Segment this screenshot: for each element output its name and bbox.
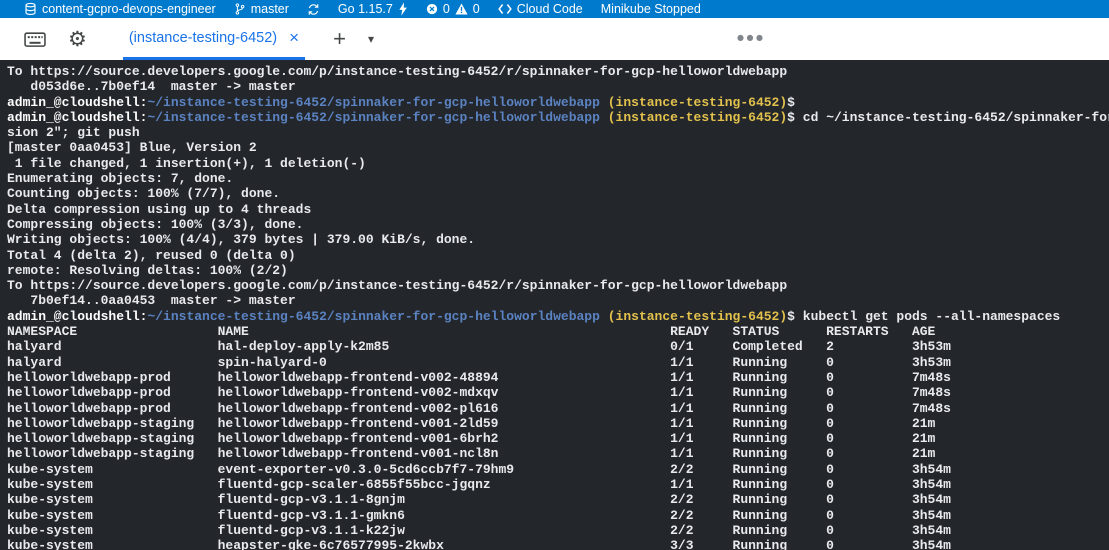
terminal-line: admin_@cloudshell:~/instance-testing-645…	[7, 309, 1109, 324]
terminal-line: Counting objects: 100% (7/7), done.	[7, 186, 1109, 201]
terminal-line: kube-system event-exporter-v0.3.0-5cd6cc…	[7, 462, 1109, 477]
terminal-line: Total 4 (delta 2), reused 0 (delta 0)	[7, 248, 1109, 263]
terminal-line: helloworldwebapp-staging helloworldwebap…	[7, 431, 1109, 446]
terminal-line: kube-system fluentd-gcp-v3.1.1-gmkn6 2/2…	[7, 508, 1109, 523]
terminal-line: helloworldwebapp-prod helloworldwebapp-f…	[7, 401, 1109, 416]
terminal-line: admin_@cloudshell:~/instance-testing-645…	[7, 110, 1109, 125]
terminal-line: admin_@cloudshell:~/instance-testing-645…	[7, 95, 1109, 110]
terminal-tab-bar: ⚙ (instance-testing-6452) × + ▾ ●●●	[0, 18, 1109, 60]
terminal-line: helloworldwebapp-staging helloworldwebap…	[7, 446, 1109, 461]
terminal-line: d053d6e..7b0ef14 master -> master	[7, 79, 1109, 94]
warning-icon	[455, 3, 468, 15]
statusbar-branch[interactable]: master	[234, 2, 289, 16]
statusbar-minikube[interactable]: Minikube Stopped	[601, 2, 701, 16]
terminal-line: [master 0aa0453] Blue, Version 2	[7, 140, 1109, 155]
terminal-line: helloworldwebapp-prod helloworldwebapp-f…	[7, 385, 1109, 400]
panel-drag-handle[interactable]: ●●●	[737, 33, 765, 42]
go-version-label: Go 1.15.7	[338, 2, 393, 16]
terminal-line: Enumerating objects: 7, done.	[7, 171, 1109, 186]
statusbar-problems[interactable]: 0 0	[426, 2, 480, 16]
minikube-label: Minikube Stopped	[601, 2, 701, 16]
warning-count: 0	[473, 2, 480, 16]
close-icon[interactable]: ×	[289, 29, 299, 46]
tab-instance-testing-6452[interactable]: (instance-testing-6452) ×	[123, 18, 305, 60]
gear-icon[interactable]: ⚙	[68, 29, 87, 50]
terminal-line: Compressing objects: 100% (3/3), done.	[7, 217, 1109, 232]
status-bar: content-gcpro-devops-engineer master Go …	[0, 0, 1109, 18]
terminal-line: NAMESPACE NAME READY STATUS RESTARTS AGE	[7, 324, 1109, 339]
statusbar-cloud-code[interactable]: Cloud Code	[498, 2, 583, 16]
cloud-code-label: Cloud Code	[517, 2, 583, 16]
chevron-down-icon[interactable]: ▾	[368, 32, 374, 46]
code-brackets-icon	[498, 3, 512, 15]
keyboard-icon[interactable]	[24, 31, 46, 48]
statusbar-project[interactable]: content-gcpro-devops-engineer	[24, 2, 216, 16]
add-tab-button[interactable]: +	[333, 28, 346, 50]
terminal-line: halyard hal-deploy-apply-k2m85 0/1 Compl…	[7, 339, 1109, 354]
terminal-line: 1 file changed, 1 insertion(+), 1 deleti…	[7, 156, 1109, 171]
sync-icon	[307, 3, 320, 16]
terminal-line: To https://source.developers.google.com/…	[7, 278, 1109, 293]
terminal-line: kube-system fluentd-gcp-scaler-6855f55bc…	[7, 477, 1109, 492]
terminal-line: To https://source.developers.google.com/…	[7, 64, 1109, 79]
database-icon	[24, 2, 37, 16]
terminal-line: helloworldwebapp-prod helloworldwebapp-f…	[7, 370, 1109, 385]
terminal-line: helloworldwebapp-staging helloworldwebap…	[7, 416, 1109, 431]
terminal-line: Delta compression using up to 4 threads	[7, 202, 1109, 217]
terminal-line: sion 2"; git push	[7, 125, 1109, 140]
error-count: 0	[443, 2, 450, 16]
project-label: content-gcpro-devops-engineer	[42, 2, 216, 16]
terminal-output[interactable]: To https://source.developers.google.com/…	[0, 60, 1109, 550]
terminal-line: Writing objects: 100% (4/4), 379 bytes |…	[7, 232, 1109, 247]
terminal-line: kube-system fluentd-gcp-v3.1.1-8gnjm 2/2…	[7, 492, 1109, 507]
terminal-line: remote: Resolving deltas: 100% (2/2)	[7, 263, 1109, 278]
branch-label: master	[251, 2, 289, 16]
statusbar-sync[interactable]	[307, 3, 320, 16]
terminal-line: 7b0ef14..0aa0453 master -> master	[7, 293, 1109, 308]
error-icon	[426, 3, 438, 15]
terminal-line: halyard spin-halyard-0 1/1 Running 0 3h5…	[7, 355, 1109, 370]
terminal-line: kube-system fluentd-gcp-v3.1.1-k22jw 2/2…	[7, 523, 1109, 538]
terminal-line: kube-system heapster-gke-6c76577995-2kwb…	[7, 538, 1109, 550]
statusbar-go-version[interactable]: Go 1.15.7	[338, 2, 408, 16]
lightning-icon	[398, 2, 408, 16]
tab-label: (instance-testing-6452)	[129, 30, 277, 46]
git-branch-icon	[234, 2, 246, 16]
